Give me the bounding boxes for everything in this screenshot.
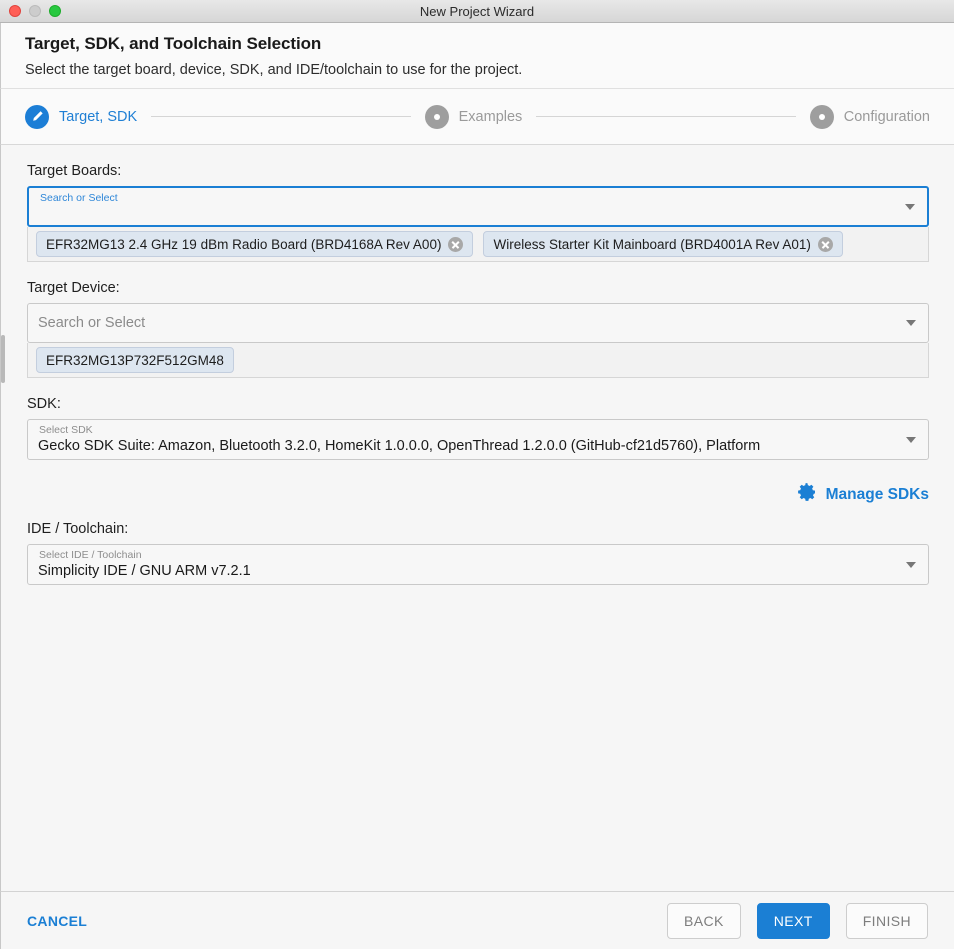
close-icon[interactable] xyxy=(448,236,464,252)
chip-label: EFR32MG13 2.4 GHz 19 dBm Radio Board (BR… xyxy=(46,236,442,252)
chevron-down-icon[interactable] xyxy=(906,561,916,568)
close-button[interactable] xyxy=(9,5,21,17)
target-device-label: Target Device: xyxy=(27,280,120,296)
toolchain-label: IDE / Toolchain: xyxy=(27,521,129,537)
target-boards-input[interactable]: Search or Select xyxy=(27,186,929,227)
chip-target-device[interactable]: EFR32MG13P732F512GM48 xyxy=(36,347,234,373)
target-device-chip-tray: EFR32MG13P732F512GM48 xyxy=(27,343,929,378)
back-button[interactable]: BACK xyxy=(667,902,741,939)
step-label-configuration: Configuration xyxy=(843,108,930,125)
minimize-button[interactable] xyxy=(29,5,41,17)
step-target-sdk[interactable]: Target, SDK xyxy=(25,104,138,129)
sdk-select[interactable]: Select SDK Gecko SDK Suite: Amazon, Blue… xyxy=(27,419,929,460)
page-title: Target, SDK, and Toolchain Selection xyxy=(25,34,322,53)
cancel-button[interactable]: CANCEL xyxy=(27,913,87,929)
finish-button[interactable]: FINISH xyxy=(845,902,928,939)
wizard-header: Target, SDK, and Toolchain Selection Sel… xyxy=(0,23,954,89)
target-device-input[interactable]: Search or Select xyxy=(27,303,929,343)
next-button[interactable]: NEXT xyxy=(756,902,830,939)
vertical-scrollbar[interactable] xyxy=(1,335,5,383)
close-icon[interactable] xyxy=(817,236,833,252)
chip-target-board[interactable]: Wireless Starter Kit Mainboard (BRD4001A… xyxy=(483,231,843,257)
toolchain-value: Simplicity IDE / GNU ARM v7.2.1 xyxy=(38,562,251,579)
step-connector-1 xyxy=(151,116,411,117)
new-project-wizard-window: New Project Wizard Target, SDK, and Tool… xyxy=(0,0,954,949)
gear-icon[interactable] xyxy=(797,482,817,507)
pencil-icon xyxy=(25,104,49,129)
step-examples[interactable]: Examples xyxy=(424,104,523,129)
window-titlebar: New Project Wizard xyxy=(0,0,954,23)
step-connector-2 xyxy=(536,116,796,117)
manage-sdks-row: Manage SDKs xyxy=(27,482,929,507)
step-label-target-sdk: Target, SDK xyxy=(59,108,138,125)
chip-label: EFR32MG13P732F512GM48 xyxy=(46,352,224,368)
dot-icon xyxy=(809,104,834,129)
dot-icon xyxy=(424,104,449,129)
target-boards-float-label: Search or Select xyxy=(40,192,118,204)
wizard-footer: CANCEL BACK NEXT FINISH xyxy=(0,891,954,949)
step-configuration[interactable]: Configuration xyxy=(809,104,930,129)
toolchain-select[interactable]: Select IDE / Toolchain Simplicity IDE / … xyxy=(27,544,929,585)
sdk-label: SDK: xyxy=(27,396,61,412)
wizard-body: Target Boards: Search or Select EFR32MG1… xyxy=(0,145,954,891)
target-boards-chip-tray: EFR32MG13 2.4 GHz 19 dBm Radio Board (BR… xyxy=(27,227,929,262)
toolchain-float-label: Select IDE / Toolchain xyxy=(39,549,142,561)
wizard-stepper: Target, SDK Examples Configuration xyxy=(0,89,954,145)
window-title: New Project Wizard xyxy=(419,3,535,19)
toolchain-group: IDE / Toolchain: Select IDE / Toolchain … xyxy=(27,521,929,585)
target-boards-group: Target Boards: Search or Select EFR32MG1… xyxy=(27,163,929,262)
target-device-placeholder: Search or Select xyxy=(38,315,146,331)
chip-label: Wireless Starter Kit Mainboard (BRD4001A… xyxy=(493,236,811,252)
window-controls xyxy=(0,5,61,17)
chip-target-board[interactable]: EFR32MG13 2.4 GHz 19 dBm Radio Board (BR… xyxy=(36,231,474,257)
target-boards-label: Target Boards: xyxy=(27,163,122,179)
chevron-down-icon[interactable] xyxy=(906,320,916,326)
step-label-examples: Examples xyxy=(458,108,523,125)
manage-sdks-link[interactable]: Manage SDKs xyxy=(826,486,929,504)
target-device-group: Target Device: Search or Select EFR32MG1… xyxy=(27,280,929,378)
chevron-down-icon[interactable] xyxy=(905,203,915,210)
chevron-down-icon[interactable] xyxy=(906,436,916,443)
sdk-value: Gecko SDK Suite: Amazon, Bluetooth 3.2.0… xyxy=(38,437,761,454)
sdk-group: SDK: Select SDK Gecko SDK Suite: Amazon,… xyxy=(27,396,929,507)
zoom-button[interactable] xyxy=(49,5,61,17)
page-subtitle: Select the target board, device, SDK, an… xyxy=(25,62,523,78)
sdk-float-label: Select SDK xyxy=(39,424,93,436)
